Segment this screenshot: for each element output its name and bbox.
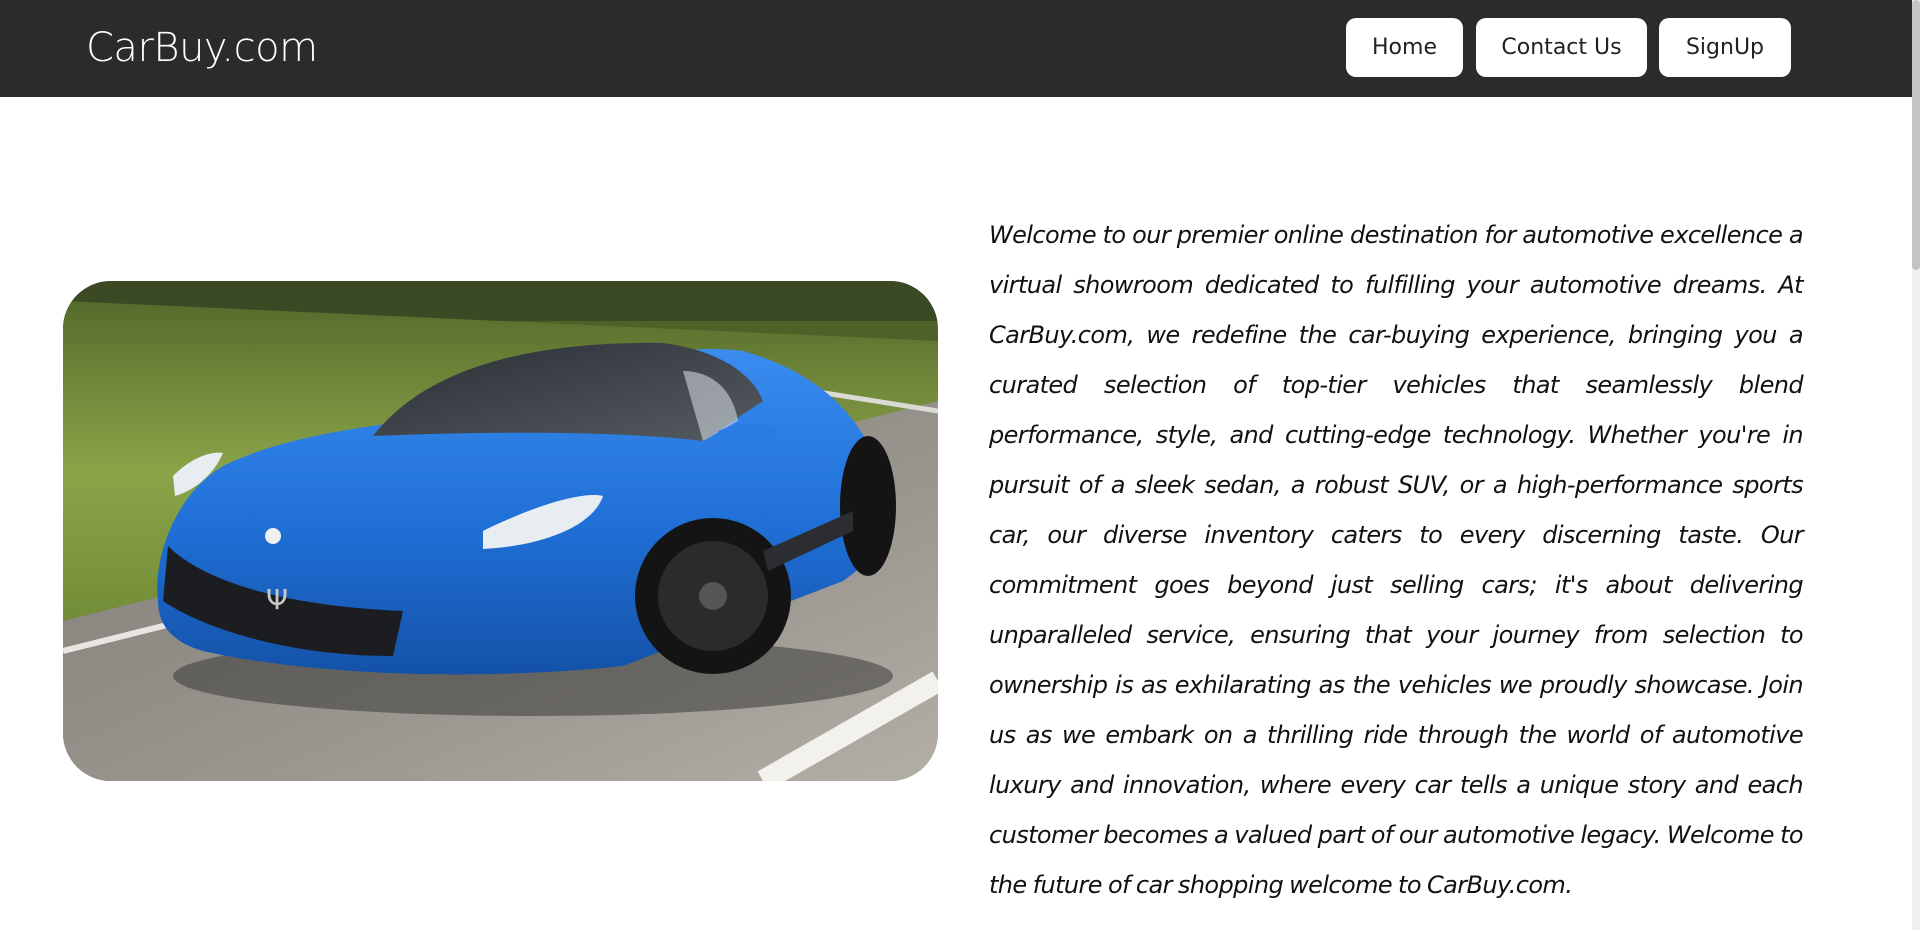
svg-text:Ψ: Ψ <box>266 583 288 616</box>
brand-logo[interactable]: CarBuy.com <box>86 18 318 78</box>
nav-home-button[interactable]: Home <box>1346 18 1463 77</box>
navbar: CarBuy.com Home Contact Us SignUp <box>0 0 1920 97</box>
hero-car-image: Ψ <box>63 281 938 781</box>
welcome-paragraph: Welcome to our premier online destinatio… <box>989 221 1804 899</box>
nav-signup-button[interactable]: SignUp <box>1659 18 1791 77</box>
nav-contact-button[interactable]: Contact Us <box>1476 18 1647 77</box>
scrollbar-thumb[interactable] <box>1912 0 1920 270</box>
page-scrollbar[interactable] <box>1912 0 1920 930</box>
